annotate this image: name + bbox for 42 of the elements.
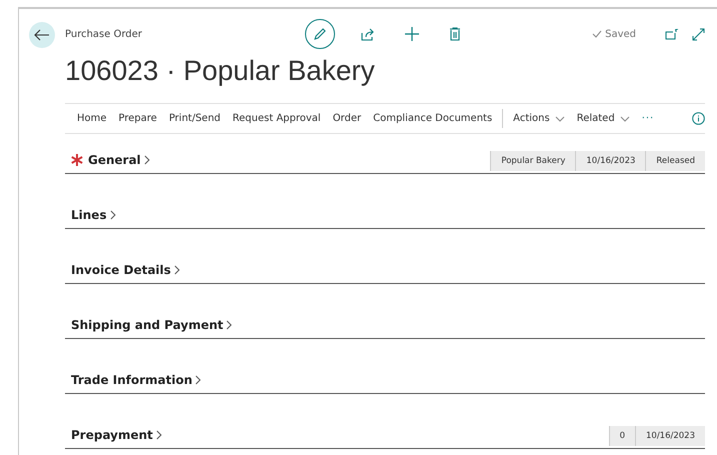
trash-icon[interactable] [449,27,461,41]
menu-item[interactable]: Prepare [112,113,163,124]
chevron-down-icon [620,116,630,122]
chevron-right-icon [195,375,202,385]
chevron-right-icon [110,210,116,220]
chevron-right-icon [156,430,162,440]
summary-field: Released [645,151,705,171]
menu-item[interactable]: Compliance Documents [367,113,498,124]
info-icon[interactable] [692,112,705,125]
menu-dropdown[interactable]: Related [570,113,636,124]
menu-dropdown[interactable]: Actions [507,113,571,124]
chevron-right-icon [226,320,232,330]
section-header[interactable]: Lines [65,208,116,228]
menu-item[interactable]: Home [71,113,113,124]
pencil-icon [313,27,327,41]
chevron-right-icon [174,265,180,275]
menu-item[interactable]: Request Approval [226,113,327,124]
back-button[interactable] [29,22,55,48]
chevron-right-icon [144,155,150,165]
section-header[interactable]: General [65,153,150,173]
open-in-new-window-icon[interactable] [665,28,679,40]
more-button[interactable]: ··· [636,113,660,124]
menu-item[interactable]: Print/Send [162,113,227,124]
plus-icon[interactable] [405,27,419,41]
menu-item[interactable]: Order [326,113,368,124]
section-header[interactable]: Invoice Details [65,263,180,283]
edit-button[interactable] [305,19,335,49]
page-caption: Purchase Order [65,28,144,40]
expand-icon[interactable] [692,28,705,40]
section-header[interactable]: Shipping and Payment [65,318,232,338]
section-header[interactable]: Prepayment [65,428,162,448]
section-header[interactable]: Trade Information [65,373,202,393]
summary-field: 10/16/2023 [575,151,646,171]
share-icon[interactable] [361,28,375,40]
chevron-down-icon [554,116,565,122]
saved-status: Saved [605,28,636,40]
check-icon [592,30,602,38]
summary-field: Popular Bakery [490,151,576,171]
back-arrow-icon [34,29,50,41]
summary-field: 0 [608,426,635,446]
page-title: 106023 · Popular Bakery [65,55,376,87]
summary-field: 10/16/2023 [635,426,705,446]
